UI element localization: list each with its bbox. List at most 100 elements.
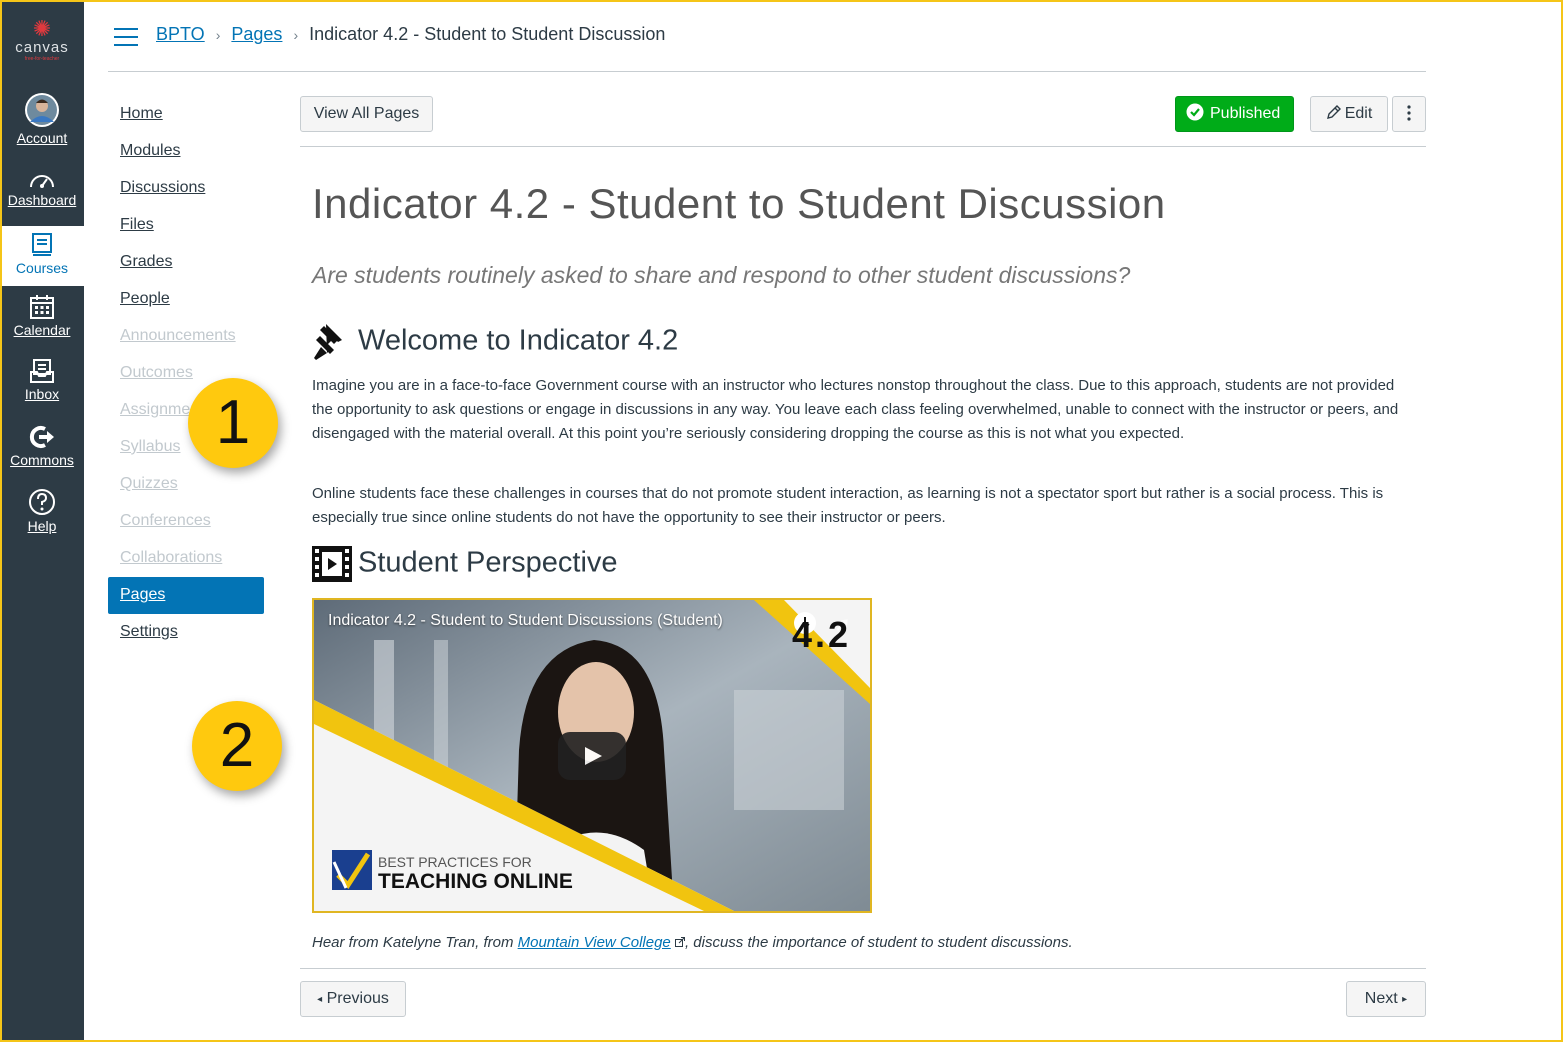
breadcrumb-current: Indicator 4.2 - Student to Student Discu… bbox=[309, 24, 666, 44]
next-button[interactable]: Next ▸ bbox=[1346, 981, 1426, 1017]
course-nav-people[interactable]: People bbox=[108, 281, 264, 318]
course-nav-label: Grades bbox=[120, 253, 173, 270]
view-all-pages-button[interactable]: View All Pages bbox=[300, 96, 433, 132]
course-nav-label: Conferences bbox=[120, 512, 211, 529]
global-nav-courses[interactable]: Courses bbox=[0, 226, 84, 286]
course-nav-label: Settings bbox=[120, 623, 178, 640]
indicator-badge: 4.2 bbox=[792, 614, 852, 655]
course-nav-settings[interactable]: Settings bbox=[108, 614, 264, 651]
global-nav-commons[interactable]: Commons bbox=[0, 424, 84, 468]
chevron-right-icon: › bbox=[293, 27, 299, 43]
global-nav-label: Inbox bbox=[24, 386, 60, 402]
published-button[interactable]: Published bbox=[1175, 96, 1294, 132]
course-nav-modules[interactable]: Modules bbox=[108, 133, 264, 170]
course-nav-label: Outcomes bbox=[120, 364, 193, 381]
calendar-icon bbox=[30, 295, 54, 319]
global-nav-label: Dashboard bbox=[7, 192, 77, 208]
course-nav-label: Pages bbox=[120, 586, 166, 603]
caption-suffix: , discuss the importance of student to s… bbox=[684, 934, 1073, 951]
global-nav-label: Commons bbox=[10, 452, 74, 468]
breadcrumb-course-link[interactable]: BPTO bbox=[156, 24, 205, 44]
chevron-right-icon: › bbox=[215, 27, 221, 43]
course-nav-label: Syllabus bbox=[120, 438, 181, 455]
pencil-icon bbox=[1326, 105, 1341, 119]
video-caption: Hear from Katelyne Tran, from Mountain V… bbox=[312, 934, 1073, 951]
inbox-icon bbox=[30, 359, 54, 383]
course-nav-quizzes[interactable]: Quizzes bbox=[108, 466, 264, 503]
global-nav: ✺ canvas free-for-teacher Account Dashbo… bbox=[0, 0, 84, 1042]
course-nav-label: Files bbox=[120, 216, 154, 233]
caret-right-icon: ▸ bbox=[1402, 994, 1408, 1005]
global-nav-label: Help bbox=[27, 518, 57, 534]
callout-marker-1: 1 bbox=[188, 378, 278, 468]
global-nav-label: Calendar bbox=[13, 322, 71, 338]
header-divider bbox=[108, 71, 1426, 72]
course-nav: Home Modules Discussions Files Grades Pe… bbox=[108, 96, 264, 651]
caption-prefix: Hear from Katelyne Tran, from bbox=[312, 934, 518, 951]
welcome-heading: Welcome to Indicator 4.2 bbox=[312, 322, 678, 362]
course-nav-label: Announcements bbox=[120, 327, 236, 344]
course-nav-pages[interactable]: Pages bbox=[108, 577, 264, 614]
published-label: Published bbox=[1210, 105, 1281, 122]
course-nav-discussions[interactable]: Discussions bbox=[108, 170, 264, 207]
next-label: Next bbox=[1364, 990, 1398, 1007]
global-nav-calendar[interactable]: Calendar bbox=[0, 294, 84, 338]
course-nav-collaborations[interactable]: Collaborations bbox=[108, 540, 264, 577]
welcome-heading-text: Welcome to Indicator 4.2 bbox=[358, 324, 679, 357]
course-nav-announcements[interactable]: Announcements bbox=[108, 318, 264, 355]
mountain-view-college-link[interactable]: Mountain View College bbox=[518, 934, 671, 951]
global-nav-label: Courses bbox=[15, 260, 69, 276]
course-nav-grades[interactable]: Grades bbox=[108, 244, 264, 281]
global-nav-dashboard[interactable]: Dashboard bbox=[0, 170, 84, 208]
student-perspective-heading: Student Perspective bbox=[312, 546, 618, 582]
course-nav-label: Home bbox=[120, 105, 163, 122]
global-nav-account[interactable]: Account bbox=[0, 92, 84, 146]
course-nav-label: People bbox=[120, 290, 170, 307]
canvas-logo-word: canvas bbox=[15, 39, 69, 56]
video-embed[interactable]: Indicator 4.2 - Student to Student Discu… bbox=[312, 598, 872, 913]
canvas-logo[interactable]: ✺ canvas free-for-teacher bbox=[0, 16, 84, 63]
more-options-button[interactable] bbox=[1392, 96, 1426, 132]
breadcrumb: BPTO › Pages › Indicator 4.2 - Student t… bbox=[156, 24, 665, 45]
course-nav-home[interactable]: Home bbox=[108, 96, 264, 133]
callout-marker-2: 2 bbox=[192, 701, 282, 791]
edit-label: Edit bbox=[1344, 105, 1373, 122]
previous-label: Previous bbox=[326, 990, 389, 1007]
play-icon bbox=[585, 747, 602, 765]
brand-line-1: BEST PRACTICES FOR bbox=[378, 854, 532, 870]
menu-toggle-icon[interactable] bbox=[114, 28, 138, 46]
student-perspective-text: Student Perspective bbox=[358, 546, 618, 579]
kebab-menu-icon bbox=[1407, 105, 1411, 121]
previous-button[interactable]: ◂ Previous bbox=[300, 981, 406, 1017]
canvas-logo-mark-icon: ✺ bbox=[32, 16, 52, 41]
global-nav-label: Account bbox=[16, 130, 68, 146]
external-link-icon bbox=[674, 937, 685, 947]
page-title: Indicator 4.2 - Student to Student Discu… bbox=[312, 180, 1166, 227]
breadcrumb-pages-link[interactable]: Pages bbox=[231, 24, 282, 44]
video-title: Indicator 4.2 - Student to Student Discu… bbox=[328, 612, 723, 629]
course-nav-files[interactable]: Files bbox=[108, 207, 264, 244]
canvas-logo-subtitle: free-for-teacher bbox=[24, 56, 60, 62]
courses-icon bbox=[32, 233, 52, 256]
dashboard-icon bbox=[30, 175, 54, 188]
film-strip-icon bbox=[312, 546, 352, 582]
check-circle-icon bbox=[1186, 103, 1204, 121]
course-nav-conferences[interactable]: Conferences bbox=[108, 503, 264, 540]
edit-button[interactable]: Edit bbox=[1310, 96, 1388, 132]
footer-divider bbox=[300, 968, 1426, 969]
course-nav-label: Modules bbox=[120, 142, 181, 159]
course-nav-label: Quizzes bbox=[120, 475, 178, 492]
toolbar-divider bbox=[300, 146, 1426, 147]
commons-icon bbox=[29, 426, 54, 448]
course-nav-label: Discussions bbox=[120, 179, 206, 196]
play-button[interactable] bbox=[558, 732, 626, 780]
pushpin-icon bbox=[314, 324, 342, 360]
help-icon bbox=[29, 489, 55, 515]
caret-left-icon: ◂ bbox=[317, 994, 323, 1005]
course-nav-label: Collaborations bbox=[120, 549, 223, 566]
avatar bbox=[25, 93, 59, 127]
intro-paragraph: Imagine you are in a face-to-face Govern… bbox=[312, 377, 1399, 442]
challenge-paragraph: Online students face these challenges in… bbox=[312, 485, 1384, 526]
global-nav-inbox[interactable]: Inbox bbox=[0, 358, 84, 402]
global-nav-help[interactable]: Help bbox=[0, 488, 84, 534]
